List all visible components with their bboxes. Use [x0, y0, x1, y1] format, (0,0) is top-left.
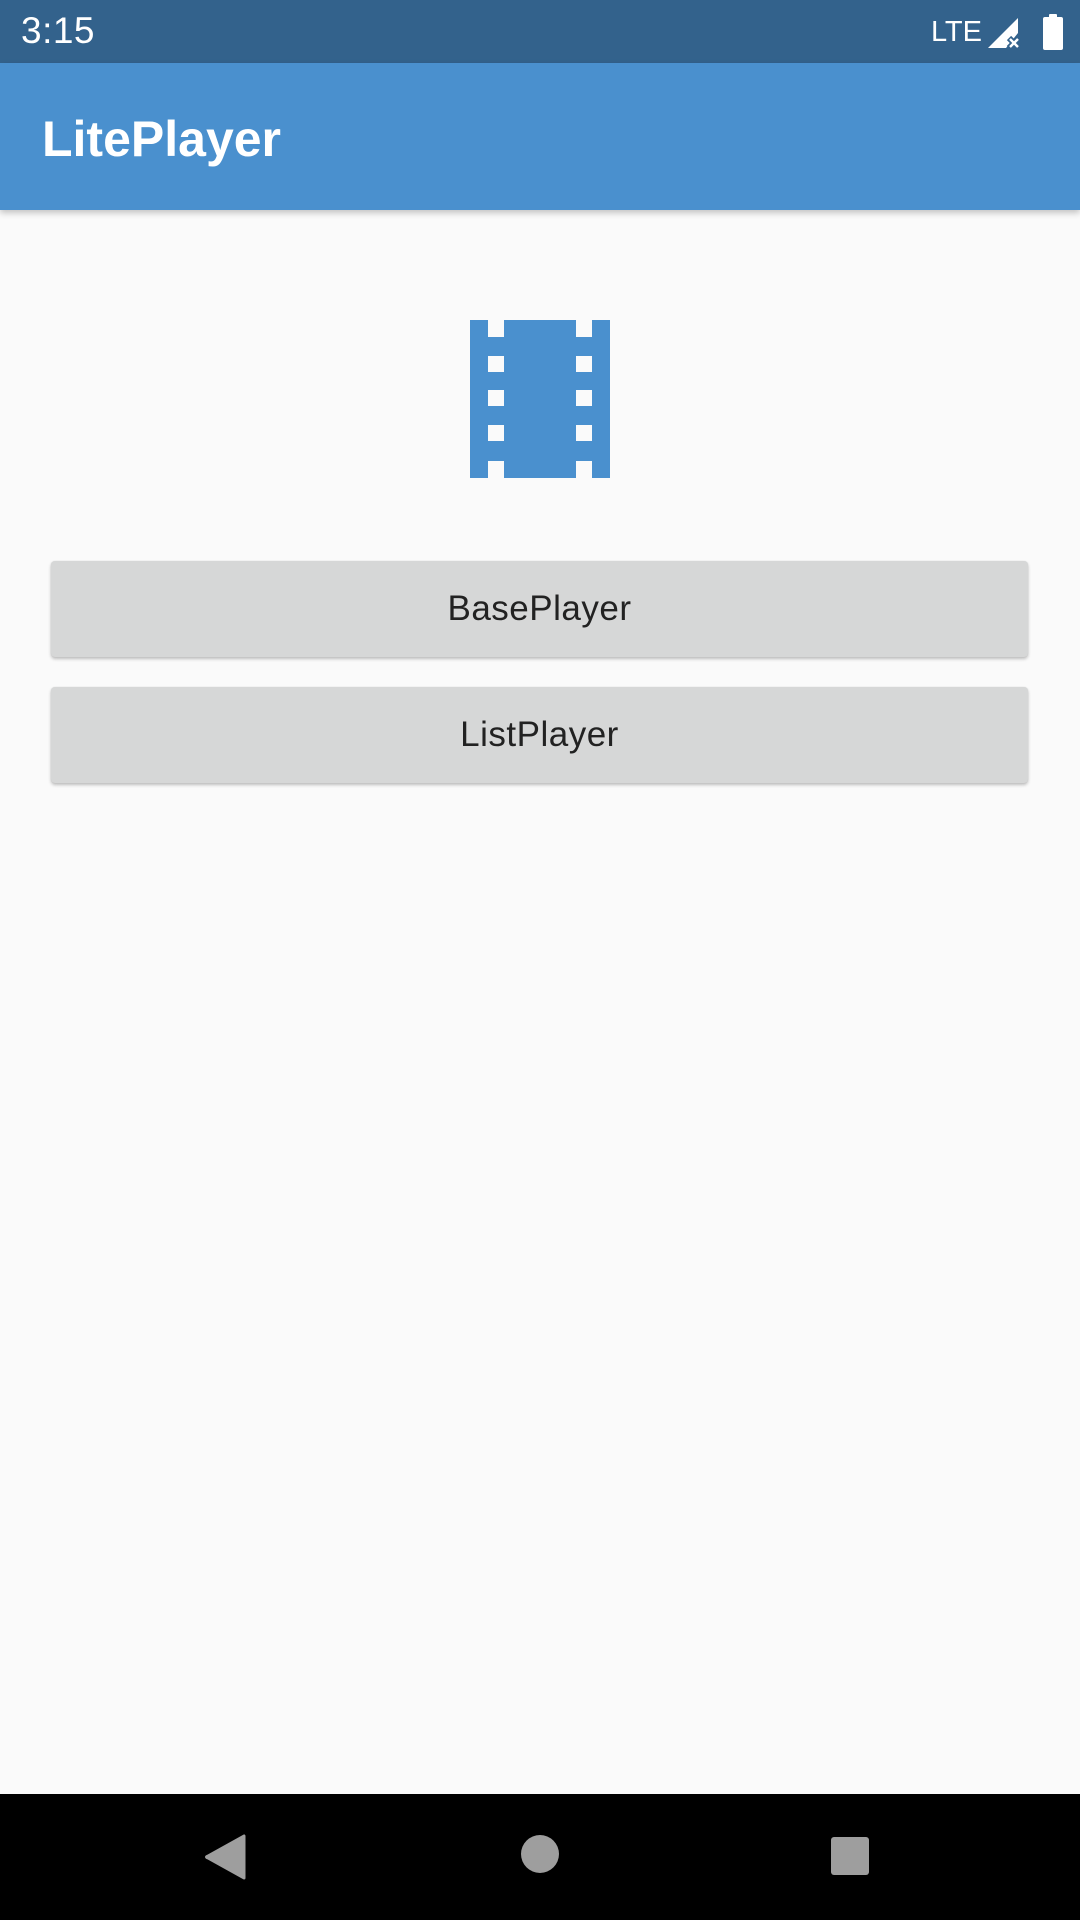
- battery-icon: [1043, 14, 1063, 50]
- home-icon[interactable]: [520, 1834, 560, 1874]
- base-player-button[interactable]: BasePlayer: [51, 561, 1028, 657]
- status-bar: 3:15 LTE: [0, 0, 1080, 63]
- screen: 3:15 LTE LitePlayer BasePlayer ListPlaye…: [0, 0, 1080, 1920]
- back-icon[interactable]: [204, 1834, 246, 1880]
- signal-no-data-icon: [988, 18, 1022, 50]
- status-indicators: LTE: [931, 12, 1064, 52]
- list-player-button[interactable]: ListPlayer: [51, 687, 1028, 783]
- app-title: LitePlayer: [42, 111, 282, 167]
- network-type: LTE: [930, 16, 982, 48]
- recents-icon[interactable]: [830, 1836, 870, 1876]
- navigation-bar: [0, 1794, 1080, 1920]
- film-strip-icon: [470, 320, 610, 478]
- app-bar: LitePlayer: [0, 63, 1080, 210]
- status-time: 3:15: [21, 10, 96, 51]
